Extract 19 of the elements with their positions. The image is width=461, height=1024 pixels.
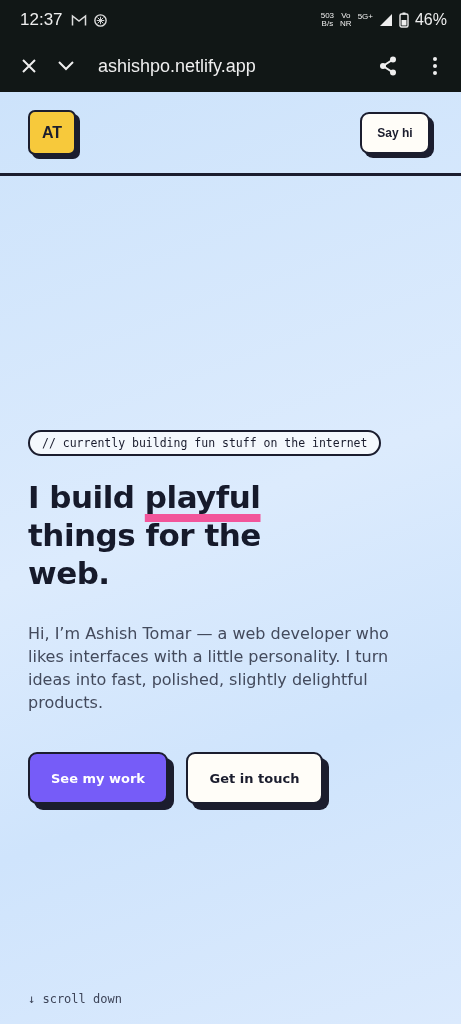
voice-label: NR	[340, 20, 352, 28]
speed-unit: B/s	[321, 20, 334, 28]
hero-heading: I build playful things for the web.	[28, 478, 262, 592]
voice-label: Vo	[341, 12, 351, 20]
close-icon[interactable]	[22, 59, 36, 73]
more-icon[interactable]	[433, 57, 437, 75]
battery-icon	[398, 12, 409, 28]
status-time: 12:37	[20, 10, 63, 30]
intro-paragraph: Hi, I’m Ashish Tomar — a web developer who likes interfaces with a little personality. I turn ideas into fast, polished, slightly delightful products.	[28, 623, 390, 714]
tagline-pill: // currently building fun stuff on the internet	[28, 430, 382, 456]
scroll-hint[interactable]: ↓ scroll down	[28, 992, 122, 1006]
network-speed: 503	[320, 12, 335, 20]
network-type: 5G+	[357, 12, 373, 21]
signal-icon	[378, 13, 393, 27]
share-icon[interactable]	[379, 56, 397, 76]
url-text[interactable]: ashishpo.netlify.app	[98, 55, 256, 77]
mail-icon	[70, 13, 87, 27]
chevron-down-icon[interactable]	[58, 61, 74, 71]
battery-percent: 46%	[414, 11, 447, 29]
